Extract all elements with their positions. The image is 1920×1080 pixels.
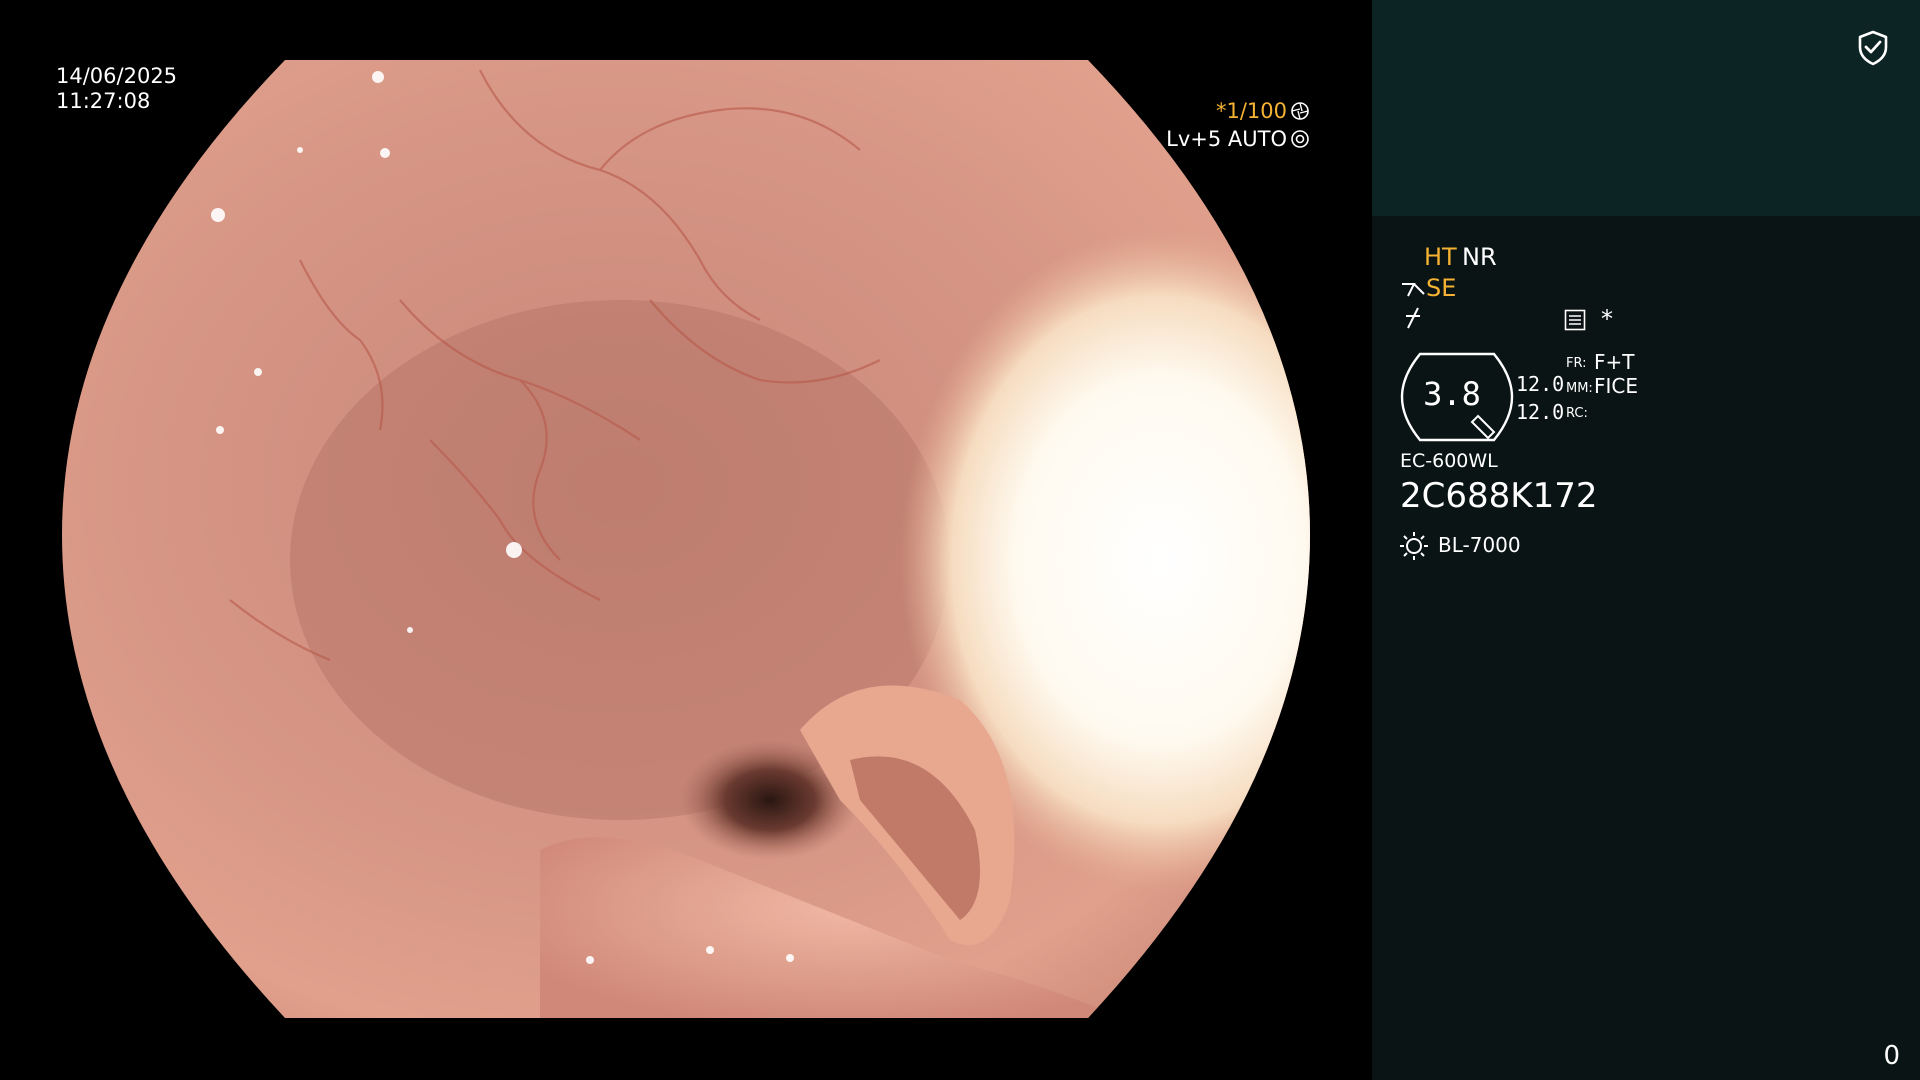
shutter-speed: *1/100: [1216, 99, 1310, 124]
mm-label: MM:: [1566, 381, 1593, 396]
aperture-icon: [1291, 102, 1309, 120]
value-1: 12.0: [1516, 372, 1565, 396]
fr-value: F+T: [1594, 350, 1635, 374]
endoscope-image: [62, 60, 1310, 1018]
gauge-value: 3.8: [1423, 375, 1481, 413]
scope-serial: 2C688K172: [1400, 476, 1598, 516]
menu-icon: [1564, 309, 1586, 331]
exposure-level-value: Lv+5 AUTO: [1166, 127, 1287, 151]
shutter-speed-value: *1/100: [1215, 99, 1287, 123]
se-indicator: SE: [1426, 274, 1457, 302]
light-source: BL-7000: [1438, 533, 1521, 557]
mm-value: FICE: [1594, 374, 1639, 398]
se-arrow-icon: [1402, 283, 1425, 297]
nr-indicator: NR: [1462, 243, 1497, 271]
sun-icon: [1400, 532, 1428, 560]
info-panel: HT NR SE * 3.8 12.0 12.0 FR: F+T MM: FIC…: [1372, 0, 1920, 1080]
settings-icon: [1291, 130, 1309, 148]
exam-date: 14/06/2025: [56, 64, 178, 88]
fr-label: FR:: [1566, 356, 1587, 371]
shield-check-icon[interactable]: [1856, 29, 1890, 67]
exposure-level: Lv+5 AUTO: [1166, 127, 1310, 152]
value-2: 12.0: [1516, 400, 1565, 424]
panel-header: [1372, 0, 1920, 216]
scope-model: EC-600WL: [1400, 450, 1498, 472]
endoscope-view: 14/06/2025 11:27:08 *1/100 Lv+5 AUTO: [0, 0, 1372, 1080]
ht-indicator: HT: [1424, 243, 1457, 271]
rc-label: RC:: [1566, 406, 1588, 421]
f-slash-icon: [1406, 307, 1420, 329]
asterisk-indicator: *: [1601, 305, 1613, 333]
image-counter: 0: [1883, 1041, 1900, 1071]
exam-time: 11:27:08: [56, 89, 151, 113]
